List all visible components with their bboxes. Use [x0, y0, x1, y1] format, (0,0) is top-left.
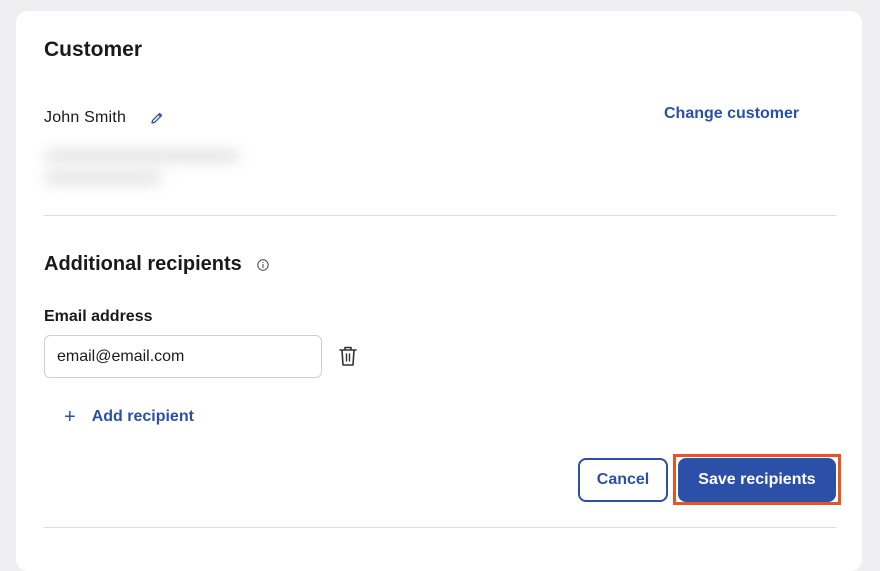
- info-icon[interactable]: [256, 258, 270, 272]
- add-recipient-label: Add recipient: [91, 408, 194, 425]
- save-recipients-button[interactable]: Save recipients: [678, 458, 836, 502]
- additional-recipients-heading: Additional recipients: [44, 253, 242, 275]
- email-address-label: Email address: [44, 308, 153, 325]
- email-field[interactable]: [44, 335, 322, 378]
- customer-card: Customer John Smith Change customer Addi…: [16, 11, 862, 571]
- section-divider: [44, 215, 836, 216]
- add-recipient-button[interactable]: + Add recipient: [64, 407, 194, 427]
- change-customer-link[interactable]: Change customer: [664, 105, 799, 123]
- plus-icon: +: [64, 406, 76, 428]
- bottom-divider: [44, 527, 836, 528]
- trash-icon[interactable]: [338, 345, 358, 367]
- pencil-icon[interactable]: [149, 110, 165, 126]
- cancel-button[interactable]: Cancel: [578, 458, 668, 502]
- redacted-customer-details: [30, 136, 270, 198]
- card-title: Customer: [44, 38, 143, 61]
- customer-name: John Smith: [44, 109, 127, 126]
